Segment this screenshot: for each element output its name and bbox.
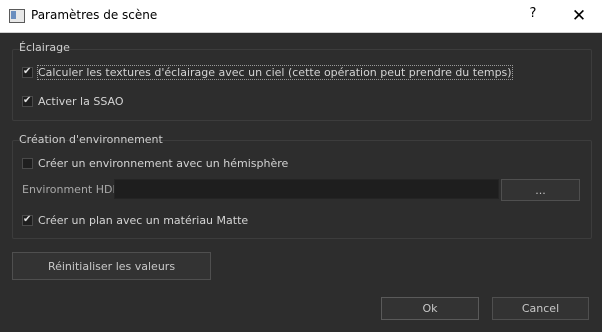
- hemisphere-checkbox[interactable]: Créer un environnement avec un hémisphèr…: [22, 157, 288, 170]
- matte-plane-label: Créer un plan avec un matériau Matte: [38, 214, 249, 227]
- environment-legend: Création d'environnement: [19, 133, 163, 146]
- checkmark-icon: [22, 66, 33, 78]
- ssao-label: Activer la SSAO: [38, 95, 124, 108]
- hdri-label: Environment HDRI: [22, 183, 124, 196]
- window-app-icon: [9, 9, 25, 23]
- sky-textures-label: Calculer les textures d'éclairage avec u…: [37, 65, 513, 80]
- hdri-browse-button[interactable]: ...: [501, 179, 580, 201]
- matte-plane-checkbox[interactable]: Créer un plan avec un matériau Matte: [22, 214, 248, 227]
- checkmark-icon: [22, 214, 33, 226]
- hemisphere-label: Créer un environnement avec un hémisphèr…: [38, 157, 289, 170]
- ok-button[interactable]: Ok: [381, 297, 479, 320]
- checkbox-box: [22, 158, 33, 169]
- lighting-group: [12, 49, 592, 121]
- lighting-legend: Éclairage: [19, 41, 70, 54]
- checkmark-icon: [22, 95, 33, 107]
- help-button[interactable]: ?: [521, 6, 545, 26]
- reset-values-button[interactable]: Réinitialiser les valeurs: [12, 252, 211, 280]
- close-button[interactable]: ✕: [562, 3, 596, 29]
- hdri-path-field[interactable]: [114, 179, 499, 199]
- cancel-button[interactable]: Cancel: [492, 297, 589, 320]
- window-title: Paramètres de scène: [31, 8, 158, 22]
- ssao-checkbox[interactable]: Activer la SSAO: [22, 95, 124, 108]
- title-bar: Paramètres de scène ? ✕: [0, 0, 602, 33]
- sky-textures-checkbox[interactable]: Calculer les textures d'éclairage avec u…: [22, 65, 513, 80]
